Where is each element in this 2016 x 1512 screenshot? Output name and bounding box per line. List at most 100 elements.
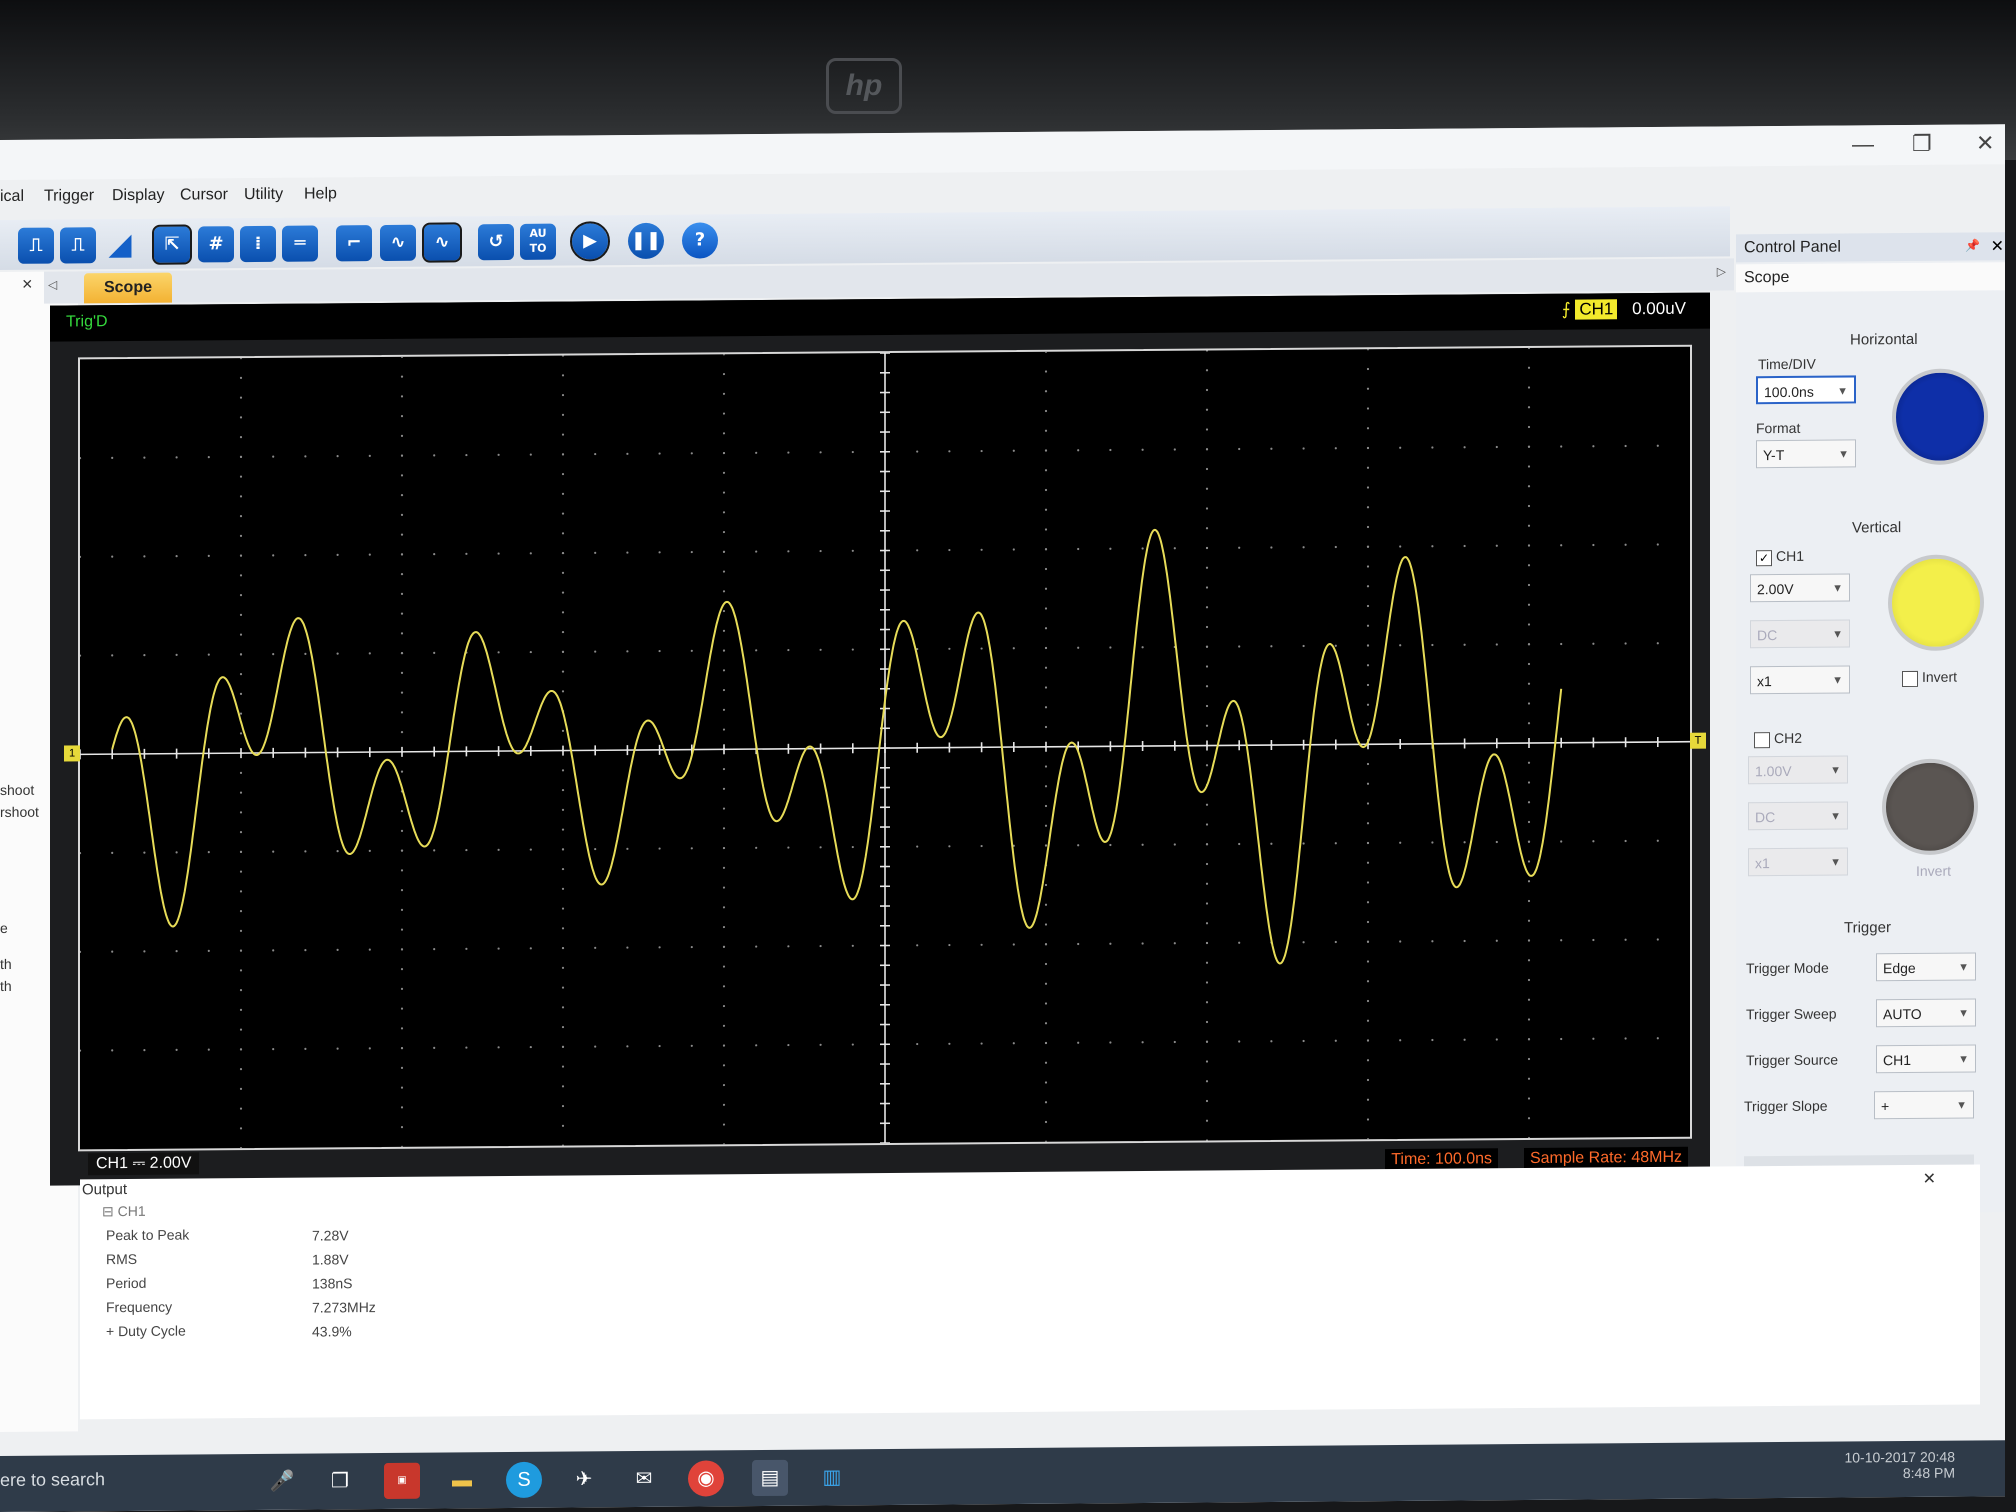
chevron-down-icon: ▼ (1838, 448, 1849, 461)
run-icon[interactable]: ▶ (570, 221, 610, 262)
control-panel-mode[interactable]: Scope (1736, 262, 2005, 293)
grid-dot (111, 950, 114, 953)
menu-trigger[interactable]: Trigger (44, 187, 94, 205)
waveform-svg (78, 346, 1690, 1150)
refresh-icon[interactable]: ↺ (478, 223, 514, 261)
square-wave-icon[interactable]: ⎍ (18, 227, 54, 264)
grid-dot (755, 945, 758, 948)
ch2-coupling-select[interactable]: DC ▼ (1748, 801, 1848, 831)
ch2-volts-select[interactable]: 1.00V ▼ (1748, 755, 1848, 785)
menu-display[interactable]: Display (112, 187, 164, 205)
format-select[interactable]: Y-T ▼ (1756, 439, 1856, 469)
pane-item[interactable]: e (0, 920, 8, 936)
minimize-button[interactable]: — (1852, 131, 1874, 157)
menu-cursor[interactable]: Cursor (180, 186, 228, 204)
grid-dot (1044, 982, 1048, 985)
trigger-slope-select[interactable]: + ▼ (1874, 1090, 1974, 1120)
app-icon[interactable]: ▥ (814, 1459, 850, 1495)
grid-dot (1527, 919, 1531, 922)
waveform-plot[interactable]: 1 T (64, 344, 1706, 1152)
ch1-invert-checkbox[interactable] (1902, 670, 1918, 688)
ramp-icon[interactable]: ◢ (102, 227, 138, 263)
tab-scroll-left-icon[interactable]: ◁ (48, 278, 57, 292)
scope-app-icon[interactable]: ▤ (752, 1459, 788, 1497)
time-div-knob[interactable] (1892, 368, 1988, 466)
grid-dot (1205, 645, 1209, 648)
grid-dot (1077, 844, 1080, 847)
taskbar-search[interactable]: ere to search (0, 1469, 105, 1491)
grid-icon[interactable]: # (198, 226, 234, 263)
grid-dot (1205, 724, 1209, 727)
menu-help[interactable]: Help (304, 185, 337, 203)
grid-dot (1205, 349, 1209, 352)
pane-item[interactable]: th (0, 978, 12, 994)
menu-vertical[interactable]: ical (0, 188, 24, 206)
panel-close-icon[interactable]: ✕ (1991, 236, 2004, 256)
output-close-icon[interactable]: ✕ (1923, 1169, 1936, 1189)
horizontal-cursor-icon[interactable]: ═ (282, 225, 318, 262)
grid-dot (239, 1048, 243, 1051)
tab-scroll-right-icon[interactable]: ▷ (1717, 264, 1726, 278)
ch2-volts-knob[interactable] (1882, 758, 1978, 856)
ch1-volts-select[interactable]: 2.00V ▼ (1750, 573, 1850, 603)
trigger-sweep-select[interactable]: AUTO ▼ (1876, 998, 1976, 1028)
app-icon[interactable]: ✈ (566, 1461, 602, 1497)
grid-dot (1012, 647, 1015, 650)
grid-dot (1527, 761, 1531, 764)
help-icon[interactable]: ? (682, 222, 718, 259)
microphone-icon[interactable]: 🎤 (264, 1464, 300, 1500)
trigger-marker[interactable]: T (1690, 732, 1706, 749)
pause-icon[interactable]: ❚❚ (628, 222, 664, 260)
grid-dot (1431, 446, 1434, 449)
grid-dot (1527, 406, 1531, 409)
ch1-coupling-select[interactable]: DC ▼ (1750, 619, 1850, 649)
pointer-icon[interactable]: ⇱ (152, 224, 192, 265)
grid-dot (916, 845, 919, 848)
restore-button[interactable]: ❐ (1912, 131, 1932, 157)
pane-item[interactable]: th (0, 956, 12, 972)
sine-icon[interactable]: ∿ (422, 222, 462, 263)
wave-icon[interactable]: ∿ (380, 224, 416, 262)
grid-dot (1173, 843, 1176, 846)
grid-dot (400, 434, 404, 437)
grid-dot (980, 1042, 983, 1045)
grid-dot (561, 591, 565, 594)
ch1-checkbox[interactable]: ✓ (1756, 550, 1772, 567)
trigger-mode-select[interactable]: Edge ▼ (1876, 952, 1976, 982)
ch2-checkbox[interactable] (1754, 732, 1770, 749)
pin-icon[interactable]: 📌 (1965, 238, 1980, 252)
grid-dot (1173, 1040, 1176, 1044)
grid-dot (1527, 386, 1531, 389)
ch1-marker[interactable]: 1 (64, 745, 80, 762)
grid-dot (1527, 899, 1531, 903)
pane-item[interactable]: shoot (0, 782, 34, 798)
app-icon[interactable]: ▣ (384, 1462, 420, 1499)
pulse-icon[interactable]: ⎍ (60, 227, 96, 264)
pane-close-icon[interactable]: × (22, 274, 33, 295)
skype-icon[interactable]: S (506, 1461, 542, 1499)
ch1-volts-knob[interactable] (1888, 554, 1984, 652)
close-button[interactable]: ✕ (1976, 130, 1994, 156)
chrome-icon[interactable]: ◉ (688, 1460, 724, 1497)
trigger-slope-value: + (1881, 1098, 1890, 1115)
pane-item[interactable]: rshoot (0, 804, 39, 820)
grid-dot (819, 1043, 822, 1046)
task-view-icon[interactable]: ❐ (322, 1463, 358, 1499)
ch1-coupling-value: DC (1757, 627, 1778, 644)
autoset-icon[interactable]: AU TO (520, 223, 556, 260)
step-icon[interactable]: ⌐ (336, 225, 372, 262)
ch1-probe-select[interactable]: x1 ▼ (1750, 665, 1850, 695)
mail-icon[interactable]: ✉ (626, 1461, 662, 1497)
tab-scope[interactable]: Scope (84, 272, 172, 304)
grid-dot (594, 1045, 597, 1048)
time-div-select[interactable]: 100.0ns ▼ (1756, 375, 1856, 405)
grid-dot (239, 831, 243, 834)
ch2-probe-select[interactable]: x1 ▼ (1748, 847, 1848, 877)
menu-utility[interactable]: Utility (244, 186, 283, 204)
file-explorer-icon[interactable]: ▬ (444, 1462, 480, 1498)
vertical-cursor-icon[interactable]: ⁞ (240, 225, 276, 263)
grid-dot (722, 570, 726, 573)
trigger-source-select[interactable]: CH1 ▼ (1876, 1044, 1976, 1074)
output-channel[interactable]: ⊟ CH1 (102, 1203, 146, 1220)
grid-dot (1624, 839, 1627, 843)
